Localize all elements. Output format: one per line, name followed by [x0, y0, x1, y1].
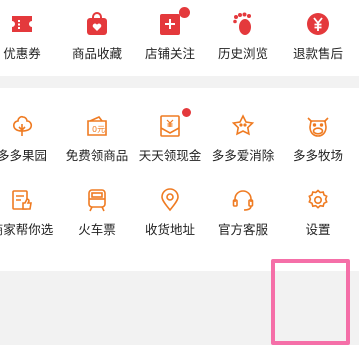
settings-highlight-frame: [271, 259, 350, 345]
store-plus-icon: [156, 7, 190, 38]
cash-envelope-icon: [156, 108, 191, 140]
daily-cash-label: 天天领现金: [138, 148, 202, 163]
free-goods-label: 免费领商品: [65, 148, 129, 163]
customer-service-label: 官方客服: [217, 222, 268, 237]
train-tickets-label: 火车票: [78, 222, 116, 237]
address-label: 收货地址: [144, 222, 195, 237]
train-icon: [83, 186, 111, 214]
notification-badge: [179, 7, 190, 18]
refund-entry[interactable]: 退款售后: [282, 10, 354, 61]
followed-stores-label: 店铺关注: [144, 46, 195, 61]
notification-badge: [182, 108, 191, 117]
bag-heart-icon: [83, 10, 111, 38]
refund-yen-icon: [304, 10, 332, 38]
favorites-label: 商品收藏: [71, 46, 122, 61]
wallet-icon: 0元: [83, 112, 111, 140]
coupon-icon: [8, 10, 36, 38]
settings-gear-icon: [304, 186, 332, 214]
ranch-entry[interactable]: 多多牧场: [282, 112, 354, 163]
services-card: 多多果园 0元 免费领商品 天天领现金 多多爱消除 多多牧场 家帮你选 火车票 …: [0, 88, 359, 345]
refund-label: 退款售后: [292, 46, 343, 61]
train-tickets-entry[interactable]: 火车票: [61, 186, 133, 237]
favorites-entry[interactable]: 商品收藏: [61, 10, 133, 61]
coupon-label: 优惠券: [3, 46, 41, 61]
settings-label: 设置: [305, 222, 331, 237]
followed-stores-entry[interactable]: 店铺关注: [134, 7, 206, 61]
daily-cash-entry[interactable]: 天天领现金: [134, 108, 206, 163]
merchant-picks-label: 商家帮你选: [0, 222, 54, 237]
free-goods-entry[interactable]: 0元 免费领商品: [61, 112, 133, 163]
star-icon: [229, 112, 257, 140]
settings-entry[interactable]: 设置: [282, 186, 354, 237]
history-label: 历史浏览: [217, 46, 268, 61]
cow-icon: [304, 112, 332, 140]
match-game-label: 多多爱消除: [211, 148, 275, 163]
footprint-icon: [229, 10, 257, 38]
coupon-entry[interactable]: 优惠券: [0, 10, 58, 61]
merchant-picks-entry[interactable]: 商家帮你选: [0, 186, 58, 237]
history-entry[interactable]: 历史浏览: [207, 10, 279, 61]
tree-icon: [8, 112, 36, 140]
location-pin-icon: [156, 186, 184, 214]
shortcuts-card: 优惠券 商品收藏 店铺关注 历史浏览 退款售后: [0, 0, 359, 76]
ranch-label: 多多牧场: [292, 148, 343, 163]
thumbs-up-icon: [8, 186, 36, 214]
address-entry[interactable]: 收货地址: [134, 186, 206, 237]
svg-text:0元: 0元: [92, 125, 105, 134]
match-game-entry[interactable]: 多多爱消除: [207, 112, 279, 163]
orchard-entry[interactable]: 多多果园: [0, 112, 58, 163]
customer-service-entry[interactable]: 官方客服: [207, 186, 279, 237]
headset-icon: [229, 186, 257, 214]
orchard-label: 多多果园: [0, 148, 47, 163]
